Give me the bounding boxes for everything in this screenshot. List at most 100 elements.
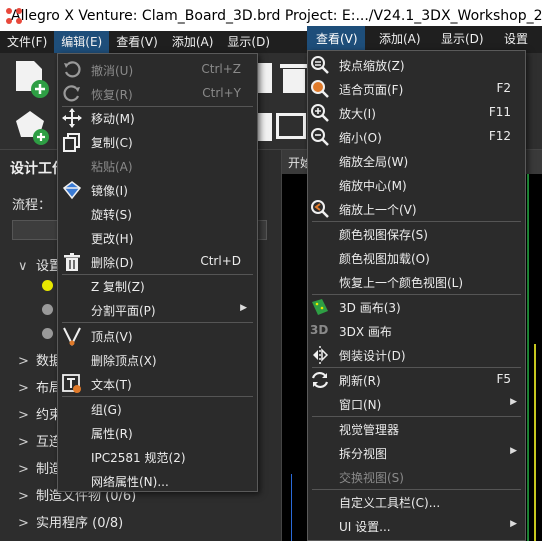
- submenu-arrow-icon: ▶: [510, 446, 517, 456]
- tree-item-constraints[interactable]: > 约束: [18, 404, 62, 423]
- tree-item-manufacturing[interactable]: > 制造: [18, 458, 62, 477]
- menu-item-group[interactable]: 组(G): [58, 397, 257, 421]
- menu-item-zoom-world[interactable]: 缩放全局(W): [308, 149, 525, 173]
- menu-item-delete-vertex[interactable]: 删除顶点(X): [58, 348, 257, 372]
- chevron-right-icon: >: [18, 381, 29, 396]
- menu-item-zoom-in[interactable]: 放大(I) F11: [308, 101, 525, 125]
- menu-item-paste[interactable]: 粘贴(A): [58, 154, 257, 178]
- toolbar-rect-icon[interactable]: [276, 113, 306, 139]
- chevron-right-icon: >: [18, 408, 29, 423]
- menu-edit[interactable]: 编辑(E): [54, 31, 110, 53]
- menu-item-rotate[interactable]: 旋转(S): [58, 202, 257, 226]
- menu-item-color-view-save[interactable]: 颜色视图保存(S): [308, 222, 525, 246]
- 3d-canvas-icon: [312, 299, 328, 315]
- menu-add[interactable]: 添加(A): [379, 30, 421, 47]
- menu-item-copy[interactable]: 复制(C): [58, 130, 257, 154]
- toolbar-delete-icon[interactable]: [280, 61, 308, 95]
- menu-display[interactable]: 显示(D): [441, 30, 484, 47]
- toolbar-icon-2[interactable]: [258, 113, 272, 141]
- menu-display[interactable]: 显示(D): [220, 31, 277, 53]
- chevron-right-icon: >: [18, 516, 29, 531]
- flip-design-icon: [313, 346, 329, 364]
- menu-item-split-plane[interactable]: 分割平面(P) ▶: [58, 298, 257, 322]
- canvas-trace: [527, 174, 529, 541]
- menu-item-flip-design[interactable]: 倒装设计(D): [308, 343, 525, 367]
- menu-item-zoom-center[interactable]: 缩放中心(M): [308, 173, 525, 197]
- zoom-previous-icon: [311, 200, 329, 218]
- chevron-down-icon: ∨: [18, 259, 28, 274]
- canvas-trace: [534, 344, 536, 541]
- menu-view-active[interactable]: 查看(V): [307, 26, 365, 50]
- chevron-right-icon: >: [18, 435, 29, 450]
- menu-item-split-view[interactable]: 拆分视图 ▶: [308, 441, 525, 465]
- add-pentagon-icon[interactable]: [12, 107, 52, 147]
- menu-item-color-view-load[interactable]: 颜色视图加载(O): [308, 246, 525, 270]
- menu-item-3dx-canvas[interactable]: 3D 3DX 画布: [308, 319, 525, 343]
- submenu-arrow-icon: ▶: [240, 303, 247, 313]
- status-dot-yellow: [42, 280, 53, 291]
- zoom-out-icon: [311, 128, 329, 146]
- tree-item-data[interactable]: > 数据: [18, 350, 62, 369]
- menu-item-ipc2581[interactable]: IPC2581 规范(2): [58, 445, 257, 469]
- status-dot-gray: [42, 304, 53, 315]
- edit-menu-dropdown: 撤消(U) Ctrl+Z 恢复(R) Ctrl+Y 移动(M) 复制(C) 粘贴(A…: [57, 53, 258, 492]
- zoom-points-icon: [311, 56, 329, 74]
- menu-item-change[interactable]: 更改(H): [58, 226, 257, 250]
- menu-item-ui-settings[interactable]: UI 设置... ▶: [308, 514, 525, 538]
- menu-file[interactable]: 文件(F): [0, 31, 54, 53]
- chevron-right-icon: >: [18, 354, 29, 369]
- toolbar-icon-1[interactable]: [258, 63, 272, 93]
- zoom-in-icon: [311, 104, 329, 122]
- menu-item-customize-toolbar[interactable]: 自定义工具栏(C)...: [308, 490, 525, 514]
- menu-bar-secondary: 添加(A) 显示(D) 设置: [365, 26, 542, 50]
- tree-item-setup[interactable]: ∨ 设置: [18, 255, 62, 274]
- menu-item-text[interactable]: 文本(T): [58, 372, 257, 396]
- menu-separator: [62, 322, 253, 323]
- flow-label: 流程：: [12, 198, 52, 213]
- trash-icon: [64, 253, 80, 271]
- menu-item-redo[interactable]: 恢复(R) Ctrl+Y: [58, 82, 257, 106]
- menu-item-vertex[interactable]: 顶点(V): [58, 324, 257, 348]
- menu-item-restore-color-view[interactable]: 恢复上一个颜色视图(L): [308, 270, 525, 294]
- chevron-right-icon: >: [18, 489, 29, 504]
- menu-item-3d-canvas[interactable]: 3D 画布(3): [308, 295, 525, 319]
- status-dot-gray: [42, 328, 53, 339]
- zoom-fit-icon: [311, 80, 329, 98]
- menu-item-zoom-points[interactable]: 按点缩放(Z): [308, 53, 525, 77]
- menu-item-undo[interactable]: 撤消(U) Ctrl+Z: [58, 58, 257, 82]
- view-menu-dropdown: 按点缩放(Z) 适合页面(F) F2 放大(I) F11 缩小(O) F12 缩放全局…: [307, 50, 526, 541]
- move-icon: [62, 108, 82, 128]
- menu-settings[interactable]: 设置: [504, 30, 528, 47]
- menu-item-mirror[interactable]: 镜像(I): [58, 178, 257, 202]
- mirror-icon: [62, 181, 82, 200]
- canvas-trace: [291, 474, 292, 541]
- chevron-right-icon: >: [18, 462, 29, 477]
- menu-item-zoom-fit[interactable]: 适合页面(F) F2: [308, 77, 525, 101]
- menu-item-refresh[interactable]: 刷新(R) F5: [308, 368, 525, 392]
- menu-add[interactable]: 添加(A): [165, 31, 221, 53]
- menu-item-move[interactable]: 移动(M): [58, 106, 257, 130]
- undo-icon: [64, 61, 81, 78]
- menu-item-zoom-out[interactable]: 缩小(O) F12: [308, 125, 525, 149]
- tree-item-utilities[interactable]: > 实用程序 (0/8): [18, 512, 123, 531]
- new-file-icon[interactable]: [12, 59, 52, 99]
- submenu-arrow-icon: ▶: [510, 397, 517, 407]
- redo-icon: [63, 85, 80, 102]
- menu-item-visual-manager[interactable]: 视觉管理器: [308, 417, 525, 441]
- menu-item-window[interactable]: 窗口(N) ▶: [308, 392, 525, 416]
- menu-item-net-properties[interactable]: 网络属性(N)...: [58, 469, 257, 493]
- menu-item-properties[interactable]: 属性(R): [58, 421, 257, 445]
- menu-view[interactable]: 查看(V): [109, 31, 165, 53]
- tree-item-interconnect[interactable]: > 互连: [18, 431, 62, 450]
- text-icon: [62, 374, 81, 393]
- menu-item-z-copy[interactable]: Z 复制(Z): [58, 274, 257, 298]
- submenu-arrow-icon: ▶: [510, 519, 517, 529]
- menu-item-delete[interactable]: 删除(D) Ctrl+D: [58, 250, 257, 274]
- vertex-icon: [63, 327, 81, 346]
- tree-item-layout[interactable]: > 布局: [18, 377, 62, 396]
- menu-item-swap-view[interactable]: 交换视图(S): [308, 465, 525, 489]
- menu-item-zoom-previous[interactable]: 缩放上一个(V): [308, 197, 525, 221]
- refresh-icon: [311, 371, 329, 389]
- copy-icon: [63, 133, 80, 152]
- window-title: Allegro X Venture: Clam_Board_3D.brd Pro…: [11, 7, 542, 24]
